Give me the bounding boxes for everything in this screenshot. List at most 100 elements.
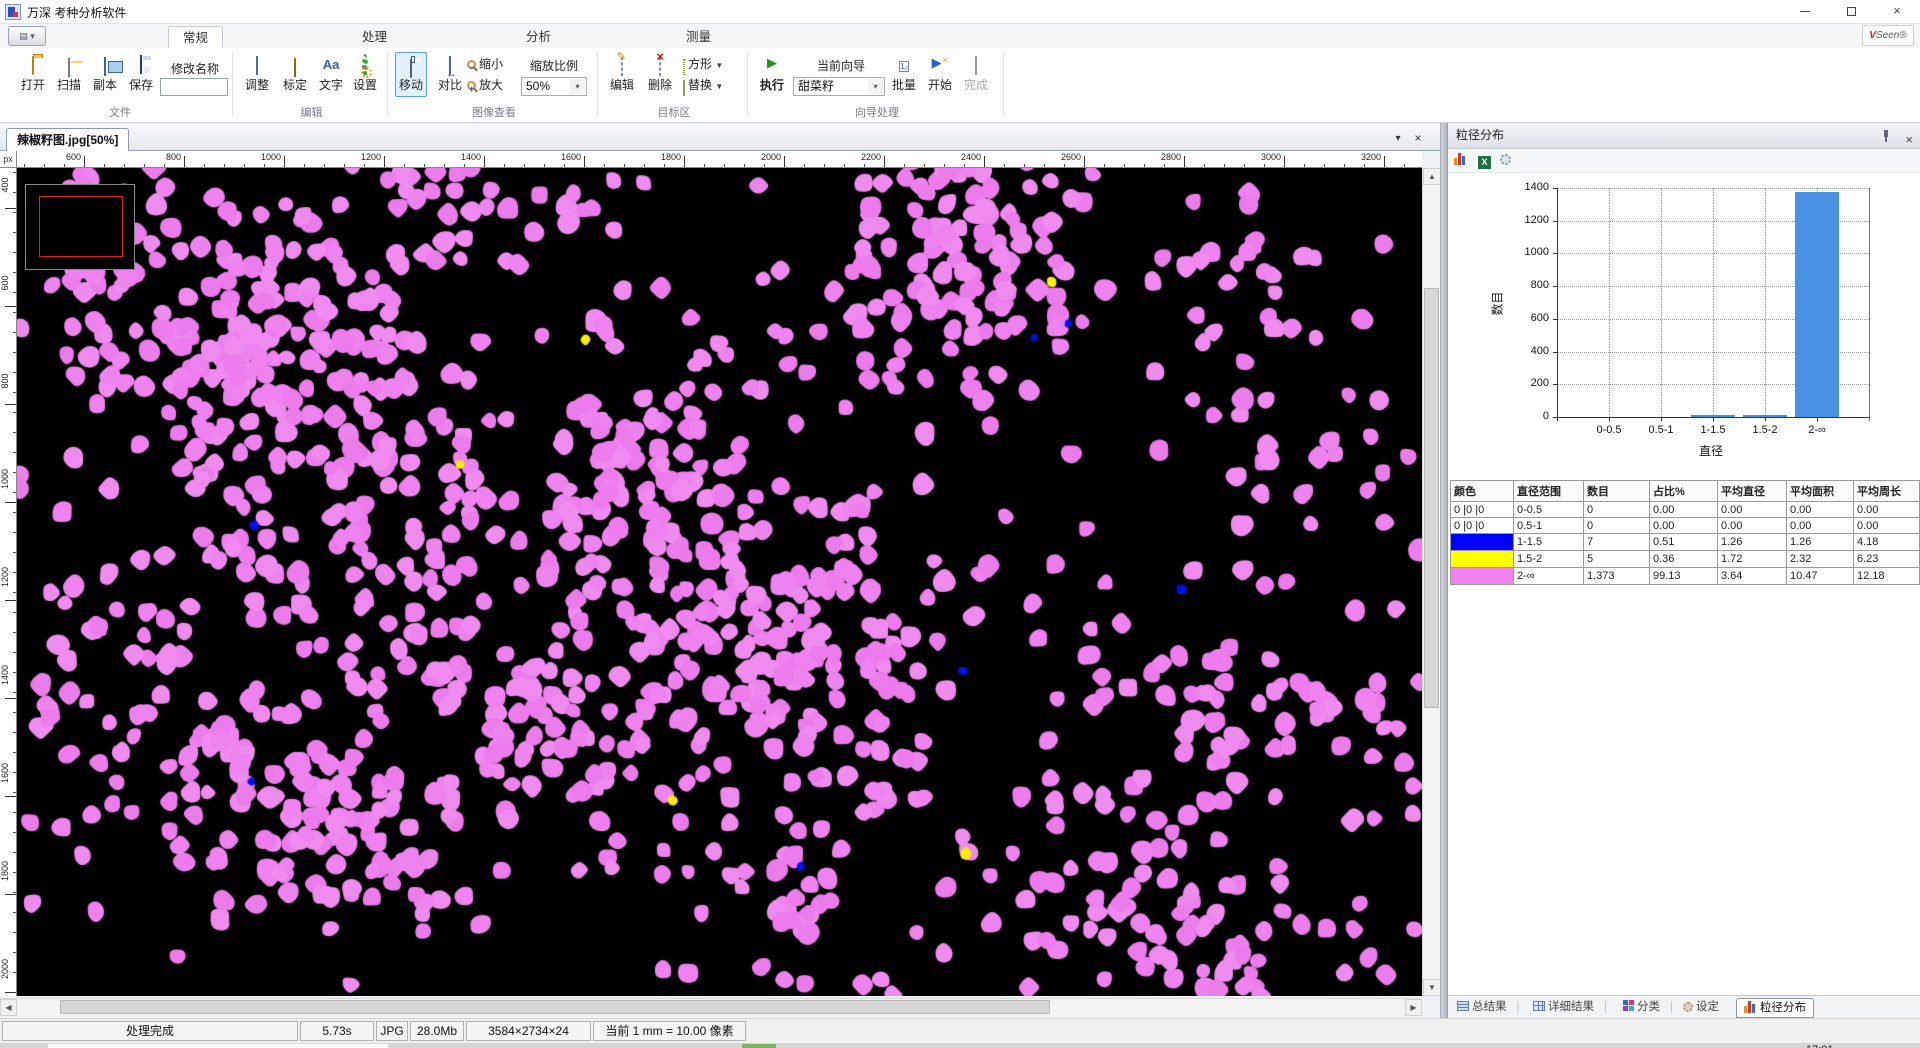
chart-type-button[interactable] xyxy=(1454,152,1472,170)
ribbon-tab-process[interactable]: 处理 xyxy=(348,26,401,48)
close-button[interactable]: × xyxy=(1874,0,1920,24)
minimize-button[interactable] xyxy=(1782,0,1828,24)
table-cell: 0.00 xyxy=(1650,502,1718,518)
contrast-button[interactable]: 对比 xyxy=(431,53,469,93)
square-region-button[interactable]: 方形 ▼ xyxy=(683,55,723,73)
panel-splitter[interactable] xyxy=(1440,123,1447,1018)
settings-button[interactable]: 设置 xyxy=(346,53,384,93)
table-cell: 99.13 xyxy=(1650,568,1718,585)
table-header-cell[interactable]: 颜色 xyxy=(1451,481,1514,502)
rename-input[interactable] xyxy=(160,78,228,96)
table-cell: 7 xyxy=(1584,534,1650,551)
table-header-cell[interactable]: 占比% xyxy=(1650,481,1718,502)
tab-particle-size[interactable]: 粒径分布 xyxy=(1736,998,1814,1018)
close-document-icon[interactable]: × xyxy=(1410,131,1426,146)
table-cell: 0.00 xyxy=(1787,518,1854,534)
current-wizard-combobox[interactable]: 甜菜籽▾ xyxy=(793,77,885,96)
table-row[interactable]: 0 |0 |00-0.500.000.000.000.00 xyxy=(1451,502,1920,518)
chart-settings-button[interactable] xyxy=(1500,152,1518,170)
tab-detailed-results[interactable]: 详细结果| xyxy=(1526,998,1614,1018)
tab-settings[interactable]: 设定 xyxy=(1676,998,1726,1018)
image-viewport[interactable] xyxy=(17,168,1422,996)
chart-xlab: 0-0.5 xyxy=(1583,424,1635,436)
target-edit-button[interactable]: 编辑 xyxy=(603,53,641,93)
vscroll-thumb[interactable] xyxy=(1424,288,1439,708)
text-Aa-icon: Aa xyxy=(323,57,340,72)
open-button[interactable]: 打开 xyxy=(14,53,52,93)
seed-image-canvas[interactable] xyxy=(17,168,1422,996)
ribbon-tab-analyze[interactable]: 分析 xyxy=(512,26,565,48)
chevron-down-icon[interactable]: ▼ xyxy=(715,82,723,91)
group-label-target: 目标区 xyxy=(601,104,747,120)
copy-button[interactable]: 副本 xyxy=(86,53,124,93)
table-header-cell[interactable]: 平均面积 xyxy=(1787,481,1854,502)
vertical-scrollbar[interactable]: ▲ ▼ xyxy=(1422,168,1440,996)
move-tool-button[interactable]: 移动 xyxy=(395,52,427,97)
table-row[interactable]: 1.5-250.361.722.326.23 xyxy=(1451,551,1920,568)
ruler-major-tick xyxy=(684,156,685,167)
adjust-button[interactable]: 调整 xyxy=(238,53,276,93)
ruler-label: 2200 xyxy=(852,152,881,162)
table-cell: 0.00 xyxy=(1854,502,1920,518)
table-cell: 4.18 xyxy=(1854,534,1920,551)
scroll-left-icon[interactable]: ◀ xyxy=(0,999,17,1016)
scroll-down-icon[interactable]: ▼ xyxy=(1423,979,1441,996)
chevron-down-icon: ▾ xyxy=(868,79,883,94)
group-label-wizard: 向导处理 xyxy=(751,104,1003,120)
table-row[interactable]: 1-1.570.511.261.264.18 xyxy=(1451,534,1920,551)
square-region-icon xyxy=(683,59,685,75)
table-header-cell[interactable]: 直径范围 xyxy=(1514,481,1584,502)
target-delete-button[interactable]: 删除 xyxy=(641,53,679,93)
maximize-button[interactable] xyxy=(1828,0,1874,24)
ruler-major-tick xyxy=(284,156,285,167)
tab-list-dropdown-icon[interactable]: ▾ xyxy=(1390,131,1406,146)
run-wizard-button[interactable]: ▶执行 xyxy=(755,53,789,93)
ribbon-tab-general[interactable]: 常规 xyxy=(168,26,223,48)
delete-region-icon xyxy=(659,57,661,76)
zoom-in-button[interactable]: +放大 xyxy=(467,76,503,94)
chart-ylab: 0 xyxy=(1515,410,1549,422)
scan-button[interactable]: 扫描 xyxy=(50,53,88,93)
save-button[interactable]: 保存 xyxy=(122,53,160,93)
zoom-ratio-label: 缩放比例 xyxy=(519,57,589,74)
table-cell: 3.64 xyxy=(1718,568,1787,585)
ruler-major-tick xyxy=(984,156,985,167)
table-header-cell[interactable]: 平均周长 xyxy=(1854,481,1920,502)
document-tab[interactable]: 辣椒籽图.jpg[50%] xyxy=(6,128,129,151)
batch-button[interactable]: 1₂批量 xyxy=(887,53,921,93)
horizontal-scrollbar[interactable]: ◀ ▶ xyxy=(0,998,1422,1015)
table-row[interactable]: 0 |0 |00.5-100.000.000.000.00 xyxy=(1451,518,1920,534)
export-excel-button[interactable]: X xyxy=(1478,152,1496,170)
chart-ylab: 1000 xyxy=(1515,246,1549,258)
tab-classify[interactable]: 分类| xyxy=(1616,998,1680,1018)
calibrate-button[interactable]: 标定 xyxy=(276,53,314,93)
start-button[interactable]: ▶开始 xyxy=(923,53,957,93)
pin-icon[interactable] xyxy=(1881,130,1891,142)
finish-button[interactable]: 完成 xyxy=(959,53,993,93)
excel-icon: X xyxy=(1478,156,1491,169)
zoom-ratio-combobox[interactable]: 50%▾ xyxy=(521,77,587,96)
scroll-up-icon[interactable]: ▲ xyxy=(1423,168,1441,185)
chart-bar-2-∞[interactable] xyxy=(1795,192,1839,417)
bar-chart-icon xyxy=(1744,1000,1757,1013)
ruler-label: 1000 xyxy=(252,152,281,162)
tab-total-results[interactable]: 总结果| xyxy=(1450,998,1527,1018)
ribbon-tab-measure[interactable]: 测量 xyxy=(672,26,725,48)
table-header-cell[interactable]: 数目 xyxy=(1584,481,1650,502)
zoom-out-button[interactable]: −缩小 xyxy=(467,55,503,73)
table-row[interactable]: 2-∞1,37399.133.6410.4712.18 xyxy=(1451,568,1920,585)
table-cell: 0.5-1 xyxy=(1514,518,1584,534)
table-header-cell[interactable]: 平均直径 xyxy=(1718,481,1787,502)
table-cell: 2.32 xyxy=(1787,551,1854,568)
app-menu-button[interactable]: ▤ ▾ xyxy=(8,26,46,46)
ruler-label: 1600 xyxy=(0,756,10,790)
text-button[interactable]: Aa文字 xyxy=(312,53,350,93)
scroll-right-icon[interactable]: ▶ xyxy=(1405,999,1422,1016)
hscroll-thumb[interactable] xyxy=(60,1000,1050,1014)
minimap-viewport-rect[interactable] xyxy=(39,196,123,257)
overview-minimap[interactable] xyxy=(25,184,135,270)
chevron-down-icon[interactable]: ▼ xyxy=(715,61,723,70)
replace-region-button[interactable]: 替换 ▼ xyxy=(683,76,723,94)
chart-axisb xyxy=(1557,417,1870,418)
ruler-major-tick xyxy=(484,156,485,167)
